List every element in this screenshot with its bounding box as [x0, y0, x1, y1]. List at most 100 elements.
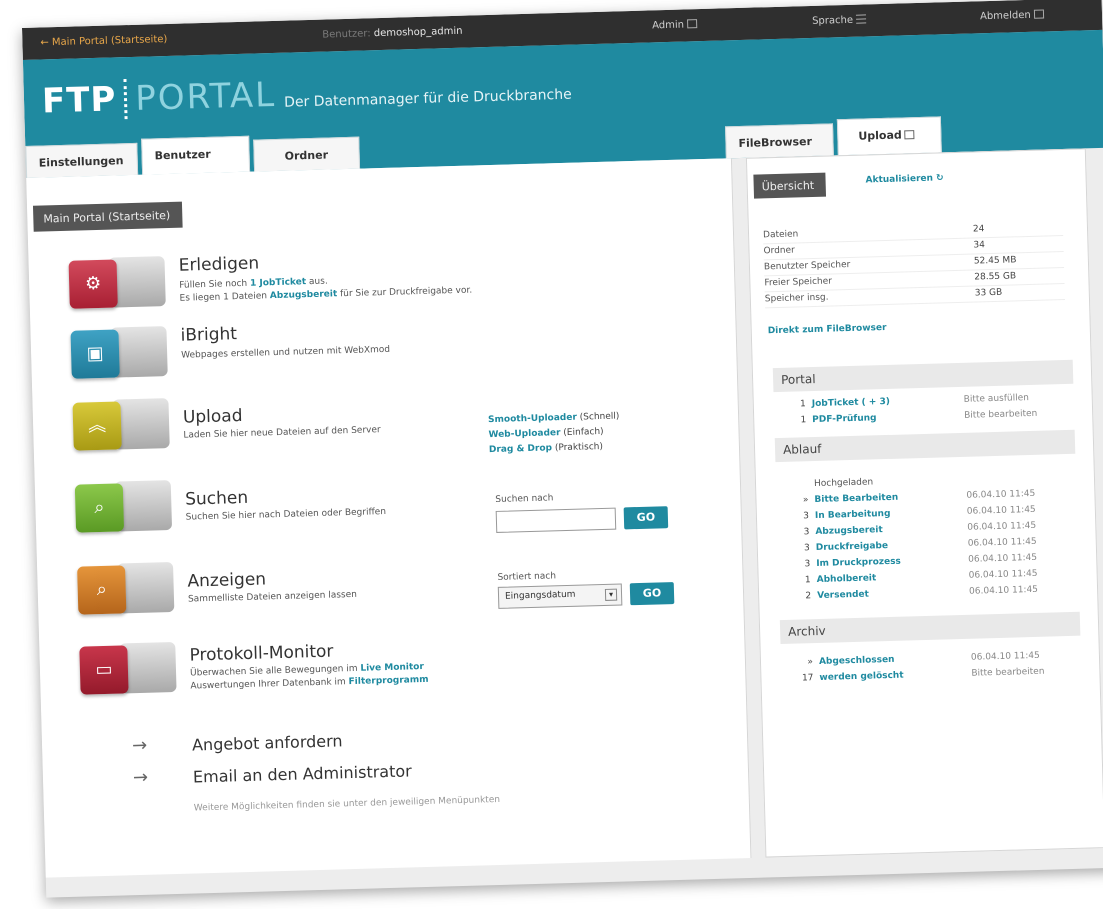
- item-date: 06.04.10 11:45: [966, 488, 1036, 501]
- ibright-icon[interactable]: ▣: [70, 324, 168, 381]
- section-title: Main Portal (Startseite): [32, 201, 183, 232]
- item-count: »: [807, 657, 814, 668]
- portal-window: ← Main Portal (Startseite) Benutzer: dem…: [22, 0, 1103, 898]
- logo-ftp: FTP: [41, 79, 117, 122]
- stat-value: 24: [972, 224, 985, 235]
- arrow-right-icon: →: [132, 766, 149, 789]
- stat-key: Benutzter Speicher: [763, 259, 851, 273]
- item-link[interactable]: Bitte Bearbeiten: [814, 493, 898, 505]
- item-link[interactable]: Im Druckprozess: [816, 557, 901, 569]
- item-link[interactable]: Abgeschlossen: [819, 655, 895, 667]
- erledigen-icon[interactable]: ⚙: [68, 254, 166, 311]
- refresh-label: Aktualisieren: [865, 173, 934, 186]
- view-icon[interactable]: ⌕: [77, 560, 175, 617]
- jobticket-link[interactable]: 1 JobTicket: [250, 277, 306, 289]
- user-name: demoshop_admin: [373, 25, 463, 40]
- filterprogramm-link[interactable]: Filterprogramm: [348, 675, 428, 687]
- item-count: 3: [803, 527, 810, 538]
- item-link[interactable]: In Bearbeitung: [815, 509, 891, 521]
- item-date: 06.04.10 11:45: [967, 520, 1037, 533]
- email-admin-label: Email an den Administrator: [192, 761, 412, 787]
- overview-panel: Übersicht Aktualisieren ↻ Dateien 24 Ordn…: [745, 148, 1103, 858]
- upload-title[interactable]: Upload: [183, 406, 243, 428]
- logo-portal: PORTAL: [134, 74, 277, 119]
- ablauf-list: Hochgeladen » Bitte Bearbeiten 06.04.10 11…: [786, 470, 1079, 606]
- item-link[interactable]: werden gelöscht: [819, 671, 903, 683]
- tab-ordner[interactable]: Ordner: [253, 136, 361, 172]
- item-count: 3: [803, 511, 810, 522]
- anzeigen-title[interactable]: Anzeigen: [187, 569, 266, 591]
- overview-tab[interactable]: Übersicht: [753, 172, 827, 199]
- upload-desc: Laden Sie hier neue Dateien auf den Serv…: [183, 425, 381, 441]
- browser-tabs: FileBrowser Upload: [725, 116, 942, 159]
- monitor-icon[interactable]: ▭: [79, 640, 177, 697]
- erledigen-title[interactable]: Erledigen: [178, 253, 259, 275]
- stat-key: Dateien: [762, 229, 799, 241]
- tab-upload[interactable]: Upload: [836, 116, 942, 156]
- storage-stats: Dateien 24 Ordner 34 Benutzter Speicher 52.…: [762, 220, 1066, 309]
- erledigen-line1-text: Füllen Sie noch: [179, 278, 251, 291]
- language-menu[interactable]: Sprache: [811, 14, 867, 27]
- item-count: »: [802, 495, 809, 506]
- tagline: Der Datenmanager für die Druckbranche: [283, 86, 572, 111]
- archiv-list: » Abgeschlossen 06.04.10 11:45 17 werden ge…: [791, 648, 1082, 688]
- protokoll-desc: Überwachen Sie alle Bewegungen im Live M…: [190, 661, 429, 694]
- item-status: Bitte bearbeiten: [964, 408, 1038, 421]
- item-link[interactable]: Druckfreigabe: [816, 541, 889, 553]
- anzeigen-desc: Sammelliste Dateien anzeigen lassen: [187, 589, 358, 605]
- stat-value: 33 GB: [974, 287, 1003, 299]
- stat-key: Speicher insg.: [764, 292, 829, 305]
- item-count: 1: [799, 399, 806, 410]
- smooth-uploader-link[interactable]: Smooth-Uploader: [488, 413, 577, 425]
- abzugsbereit-link[interactable]: Abzugsbereit: [270, 289, 338, 301]
- item-date: 06.04.10 11:45: [968, 568, 1038, 581]
- protokoll-title[interactable]: Protokoll-Monitor: [189, 642, 333, 666]
- stat-key: Ordner: [763, 245, 795, 257]
- upload-icon[interactable]: ︽: [72, 396, 170, 453]
- item-link[interactable]: Abzugsbereit: [815, 525, 883, 537]
- entry-suchen: ⌕ Suchen Suchen Sie hier nach Dateien od…: [74, 463, 716, 541]
- language-label: Sprache: [811, 14, 854, 27]
- item-link[interactable]: PDF-Prüfung: [812, 413, 877, 425]
- suchen-title[interactable]: Suchen: [185, 488, 248, 510]
- main-panel: Main Portal (Startseite) ⚙ Erledigen Fül…: [26, 158, 752, 878]
- item-status: Bitte bearbeiten: [971, 666, 1045, 679]
- sort-go-button[interactable]: GO: [629, 582, 675, 606]
- portal-group-head: Portal: [772, 359, 1074, 393]
- erledigen-line2-end: für Sie zur Druckfreigabe vor.: [337, 285, 473, 300]
- tab-upload-label: Upload: [858, 128, 902, 143]
- logout-button[interactable]: Abmelden: [980, 9, 1044, 22]
- refresh-button[interactable]: Aktualisieren ↻: [865, 173, 943, 185]
- item-date: 06.04.10 11:45: [967, 536, 1037, 549]
- search-go-button[interactable]: GO: [623, 506, 669, 530]
- item-date: 06.04.10 11:45: [968, 584, 1039, 597]
- sort-select[interactable]: Eingangsdatum ▾: [497, 583, 623, 609]
- home-link[interactable]: ← Main Portal (Startseite): [40, 34, 167, 49]
- entry-ibright: ▣ iBright Webpages erstellen und nutzen …: [70, 309, 711, 387]
- admin-menu[interactable]: Admin: [652, 19, 698, 31]
- live-monitor-link[interactable]: Live Monitor: [360, 662, 424, 674]
- filebrowser-link[interactable]: Direkt zum FileBrowser: [768, 323, 887, 336]
- item-count: 1: [800, 415, 807, 426]
- search-input[interactable]: [495, 507, 617, 533]
- web-uploader-note: (Einfach): [563, 426, 604, 439]
- hint-text: Weitere Möglichkeiten finden sie unter d…: [193, 794, 501, 814]
- web-uploader-link[interactable]: Web-Uploader: [488, 428, 560, 440]
- ibright-desc: Webpages erstellen und nutzen mit WebXmo…: [181, 344, 391, 361]
- admin-tabs: Einstellungen Benutzer Ordner: [25, 135, 361, 178]
- tab-benutzer[interactable]: Benutzer: [141, 135, 251, 175]
- item-link[interactable]: Versendet: [817, 590, 869, 601]
- ibright-title[interactable]: iBright: [180, 324, 237, 346]
- drag-drop-link[interactable]: Drag & Drop: [489, 443, 552, 455]
- item-link[interactable]: Abholbereit: [817, 573, 877, 585]
- tab-filebrowser[interactable]: FileBrowser: [725, 123, 834, 159]
- item-date: 06.04.10 11:45: [968, 552, 1038, 565]
- search-icon[interactable]: ⌕: [74, 478, 173, 535]
- portal-list: 1 JobTicket ( + 3) Bitte ausfüllen 1 PDF-Pr…: [784, 390, 1075, 430]
- stat-value: 52.45 MB: [973, 255, 1017, 267]
- tab-einstellungen[interactable]: Einstellungen: [25, 142, 139, 178]
- stat-value: 28.55 GB: [974, 271, 1017, 283]
- window-icon: [686, 19, 698, 29]
- item-link[interactable]: JobTicket ( + 3): [812, 397, 890, 409]
- suchen-desc: Suchen Sie hier nach Dateien oder Begrif…: [185, 507, 387, 523]
